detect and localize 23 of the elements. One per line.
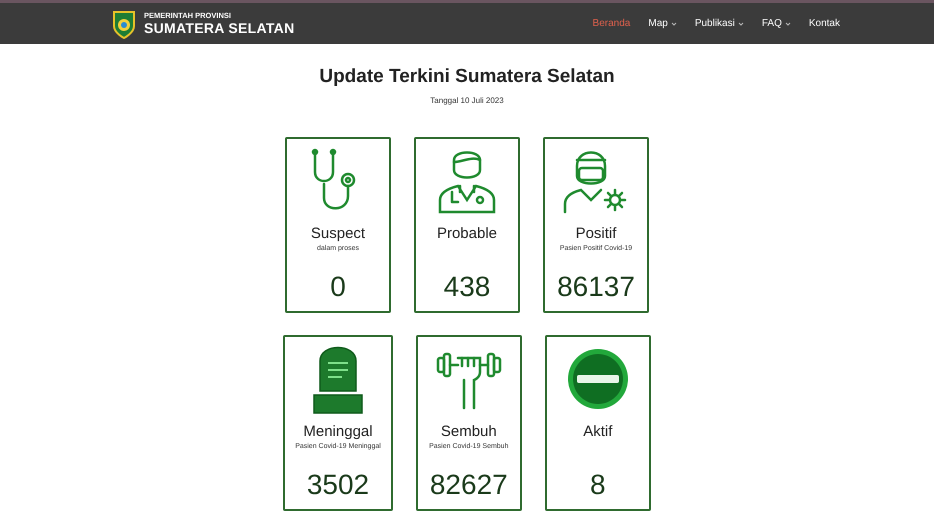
stat-label: Probable <box>436 225 498 242</box>
stat-label: Aktif <box>583 423 612 440</box>
date-text: Tanggal 10 Juli 2023 <box>430 96 504 105</box>
nav-link[interactable]: FAQ <box>762 18 791 29</box>
stat-value: 438 <box>444 271 490 303</box>
stat-label: Positif <box>576 225 616 242</box>
caret-icon <box>784 22 791 26</box>
stat-value: 86137 <box>557 271 635 303</box>
nav-link[interactable]: Kontak <box>808 18 840 29</box>
emblem-icon <box>112 8 136 38</box>
stat-value: 82627 <box>430 469 508 501</box>
stat-value: 0 <box>330 271 346 303</box>
stat-label: Sembuh <box>440 423 497 440</box>
caret-icon <box>670 22 677 26</box>
caret-icon <box>738 22 744 26</box>
stat-label: Meninggal <box>303 423 373 440</box>
stat-label: Suspect <box>310 225 366 242</box>
stat-value: 8 <box>590 469 606 501</box>
page-title: Update Terkini Sumatera Selatan <box>319 66 615 88</box>
stat-value: 3502 <box>306 469 370 501</box>
org-name: SUMATERA SELATAN <box>144 20 294 36</box>
nav-link[interactable]: Map <box>648 18 677 29</box>
nav-link[interactable]: Publikasi <box>694 18 744 29</box>
